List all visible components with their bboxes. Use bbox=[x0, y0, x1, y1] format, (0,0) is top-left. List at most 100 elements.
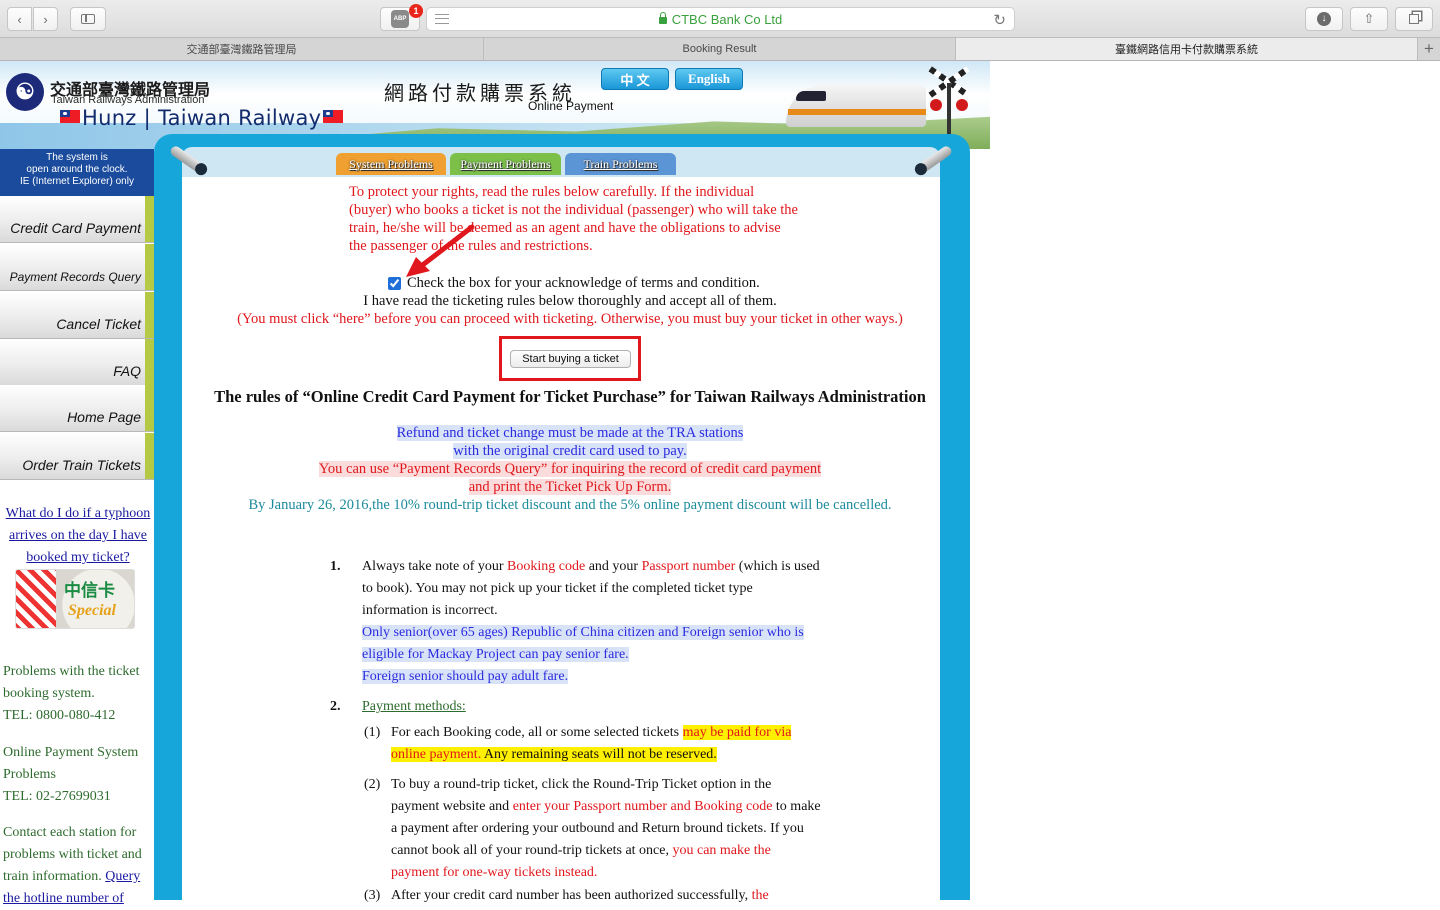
rule-1: Always take note of your Booking code an… bbox=[362, 556, 820, 688]
system-subtitle: Online Payment bbox=[528, 99, 614, 113]
acknowledge-row: Check the box for your acknowledge of te… bbox=[388, 275, 760, 292]
rule-2-1-text: For each Booking code, all or some selec… bbox=[391, 725, 683, 740]
notice-line-5: By January 26, 2016,the 10% round-trip t… bbox=[248, 497, 892, 513]
sidebar-item-credit-card-payment[interactable]: Credit Card Payment bbox=[0, 196, 154, 243]
rule-1-foreign-senior: Foreign senior should pay adult fare. bbox=[362, 669, 569, 684]
red-arrow-annotation bbox=[406, 224, 475, 277]
chevron-left-icon: ‹ bbox=[17, 11, 22, 27]
booking-problems-text: Problems with the ticket booking system. bbox=[3, 664, 140, 701]
payment-problems-info: Online Payment System Problems TEL: 02-2… bbox=[3, 742, 153, 808]
rule-1-text: Always take note of your bbox=[362, 559, 508, 574]
typhoon-faq-link[interactable]: What do I do if a typhoon arrives on the… bbox=[2, 503, 154, 569]
adblock-count-badge: 1 bbox=[409, 4, 423, 18]
downloads-button[interactable]: ↓ bbox=[1305, 7, 1343, 31]
rule-number: 2. bbox=[330, 699, 341, 714]
share-icon: ⇧ bbox=[1363, 11, 1375, 26]
acknowledge-label: Check the box for your acknowledge of te… bbox=[407, 275, 760, 291]
sidebar-item-faq[interactable]: FAQ bbox=[0, 339, 154, 386]
rule-2-3-text-red: the bbox=[751, 888, 769, 903]
note-line-2: open around the clock. bbox=[26, 164, 128, 175]
rule-2-3: After your credit card number has been a… bbox=[391, 885, 821, 907]
hotline-link[interactable]: the hotline number of bbox=[3, 891, 124, 906]
rule-2-title: Payment methods: bbox=[362, 696, 820, 718]
notice-line-2: with the original credit card used to pa… bbox=[453, 443, 687, 459]
address-bar[interactable]: CTBC Bank Co Ltd ↻ bbox=[426, 7, 1015, 31]
sidebar-item-label: Payment Records Query bbox=[9, 270, 141, 284]
adblock-extension-button[interactable]: ABP 1 bbox=[380, 4, 423, 31]
payment-methods-link[interactable]: Payment methods: bbox=[362, 699, 466, 714]
sub-rule-number: (1) bbox=[364, 725, 381, 740]
sub-rule-number: (3) bbox=[364, 888, 381, 903]
reader-view-icon[interactable] bbox=[435, 14, 449, 24]
tab-bar: 交通部臺灣鐵路管理局 Booking Result 臺鐵網路信用卡付款購票系統 … bbox=[0, 38, 1440, 61]
train-image bbox=[778, 75, 928, 133]
ctbc-banner-title: 中信卡 bbox=[64, 581, 115, 601]
sidebar-item-label: Home Page bbox=[67, 409, 141, 425]
sidebar-item-label: FAQ bbox=[113, 363, 141, 379]
flag-icon bbox=[323, 110, 344, 123]
sidebar-item-label: Order Train Tickets bbox=[22, 457, 141, 473]
tab-system-problems[interactable]: System Problems bbox=[336, 153, 446, 175]
show-tabs-button[interactable] bbox=[1395, 7, 1433, 31]
reload-icon[interactable]: ↻ bbox=[993, 11, 1006, 29]
agency-name-english: Taiwan Railways Administration bbox=[51, 94, 205, 106]
back-button[interactable]: ‹ bbox=[7, 7, 32, 31]
sidebar-toggle-button[interactable] bbox=[70, 7, 106, 31]
railway-crossing-icon bbox=[924, 66, 974, 139]
rule-2-1-remaining: Any remaining seats will not be reserved… bbox=[481, 747, 717, 762]
booking-problems-info: Problems with the ticket booking system.… bbox=[3, 661, 153, 727]
must-click-notice: (You must click “here” before you can pr… bbox=[237, 311, 903, 327]
share-button[interactable]: ⇧ bbox=[1350, 7, 1388, 31]
hunz-title: Hunz | Taiwan Railway bbox=[58, 106, 345, 130]
payment-problems-text: Online Payment System Problems bbox=[3, 745, 139, 782]
tab-train-problems[interactable]: Train Problems bbox=[565, 153, 676, 175]
note-line-3: IE (Internet Explorer) only bbox=[20, 176, 134, 187]
sidebar-item-home-page[interactable]: Home Page bbox=[0, 385, 154, 432]
browser-tab-tra-home[interactable]: 交通部臺灣鐵路管理局 bbox=[0, 38, 484, 60]
rule-2-3-text: After your credit card number has been a… bbox=[391, 888, 752, 903]
system-availability-note: The system is open around the clock. IE … bbox=[0, 149, 154, 196]
download-icon: ↓ bbox=[1317, 12, 1331, 26]
browser-tab-booking-result[interactable]: Booking Result bbox=[484, 38, 956, 60]
accept-rules-text: I have read the ticketing rules below th… bbox=[363, 293, 777, 309]
web-page: ☯ 交通部臺灣鐵路管理局 Taiwan Railways Administrat… bbox=[0, 61, 1440, 906]
acknowledge-checkbox[interactable] bbox=[388, 277, 401, 290]
rule-number: 1. bbox=[330, 559, 341, 574]
lang-english-button[interactable]: English bbox=[675, 68, 743, 90]
booking-problems-tel: TEL: 0800-080-412 bbox=[3, 708, 116, 723]
sidebar-item-cancel-ticket[interactable]: Cancel Ticket bbox=[0, 292, 154, 339]
sidebar-item-order-train-tickets[interactable]: Order Train Tickets bbox=[0, 433, 154, 480]
rule-2-2: To buy a round-trip ticket, click the Ro… bbox=[391, 774, 821, 884]
chevron-right-icon: › bbox=[43, 11, 48, 27]
sidebar-item-payment-records-query[interactable]: Payment Records Query bbox=[0, 244, 154, 291]
lock-icon bbox=[658, 11, 667, 24]
sub-rule-number: (2) bbox=[364, 777, 381, 792]
browser-toolbar: ‹ › ABP 1 CTBC Bank Co Ltd ↻ ↓ ⇧ bbox=[0, 0, 1440, 38]
tab-payment-problems[interactable]: Payment Problems bbox=[450, 153, 561, 175]
tabs-overview-icon bbox=[1409, 14, 1419, 24]
refund-notice: Refund and ticket change must be made at… bbox=[182, 424, 958, 514]
station-contact-info: Contact each station for problems with t… bbox=[3, 822, 153, 910]
adblock-icon: ABP bbox=[391, 10, 409, 28]
flag-icon bbox=[60, 110, 80, 123]
rule-1-booking-code: Booking code bbox=[507, 559, 586, 574]
ctbc-banner-special: Special bbox=[68, 602, 116, 619]
rule-1-senior-fare: Only senior(over 65 ages) Republic of Ch… bbox=[362, 625, 804, 662]
new-tab-button[interactable]: + bbox=[1418, 38, 1440, 60]
forward-button[interactable]: › bbox=[33, 7, 58, 31]
rule-2-1: For each Booking code, all or some selec… bbox=[391, 722, 821, 766]
query-link[interactable]: Query bbox=[105, 869, 140, 884]
notice-line-3: You can use “Payment Records Query” for … bbox=[318, 461, 822, 477]
rule-1-passport-number: Passport number bbox=[641, 559, 736, 574]
lang-chinese-button[interactable]: 中 文 bbox=[601, 68, 669, 90]
sidebar-item-label: Cancel Ticket bbox=[56, 316, 141, 332]
address-host: CTBC Bank Co Ltd bbox=[671, 11, 783, 27]
start-buying-ticket-button[interactable]: Start buying a ticket bbox=[510, 350, 631, 368]
browser-tab-payment-system[interactable]: 臺鐵網路信用卡付款購票系統 bbox=[956, 38, 1418, 60]
sidebar-icon bbox=[81, 14, 95, 24]
sidebar-item-label: Credit Card Payment bbox=[10, 220, 141, 236]
ctbc-card-banner[interactable]: 中信卡 Special bbox=[15, 569, 135, 629]
rules-heading: The rules of “Online Credit Card Payment… bbox=[214, 387, 926, 406]
hunz-title-text: Hunz | Taiwan Railway bbox=[82, 106, 322, 130]
note-line-1: The system is bbox=[46, 152, 108, 163]
